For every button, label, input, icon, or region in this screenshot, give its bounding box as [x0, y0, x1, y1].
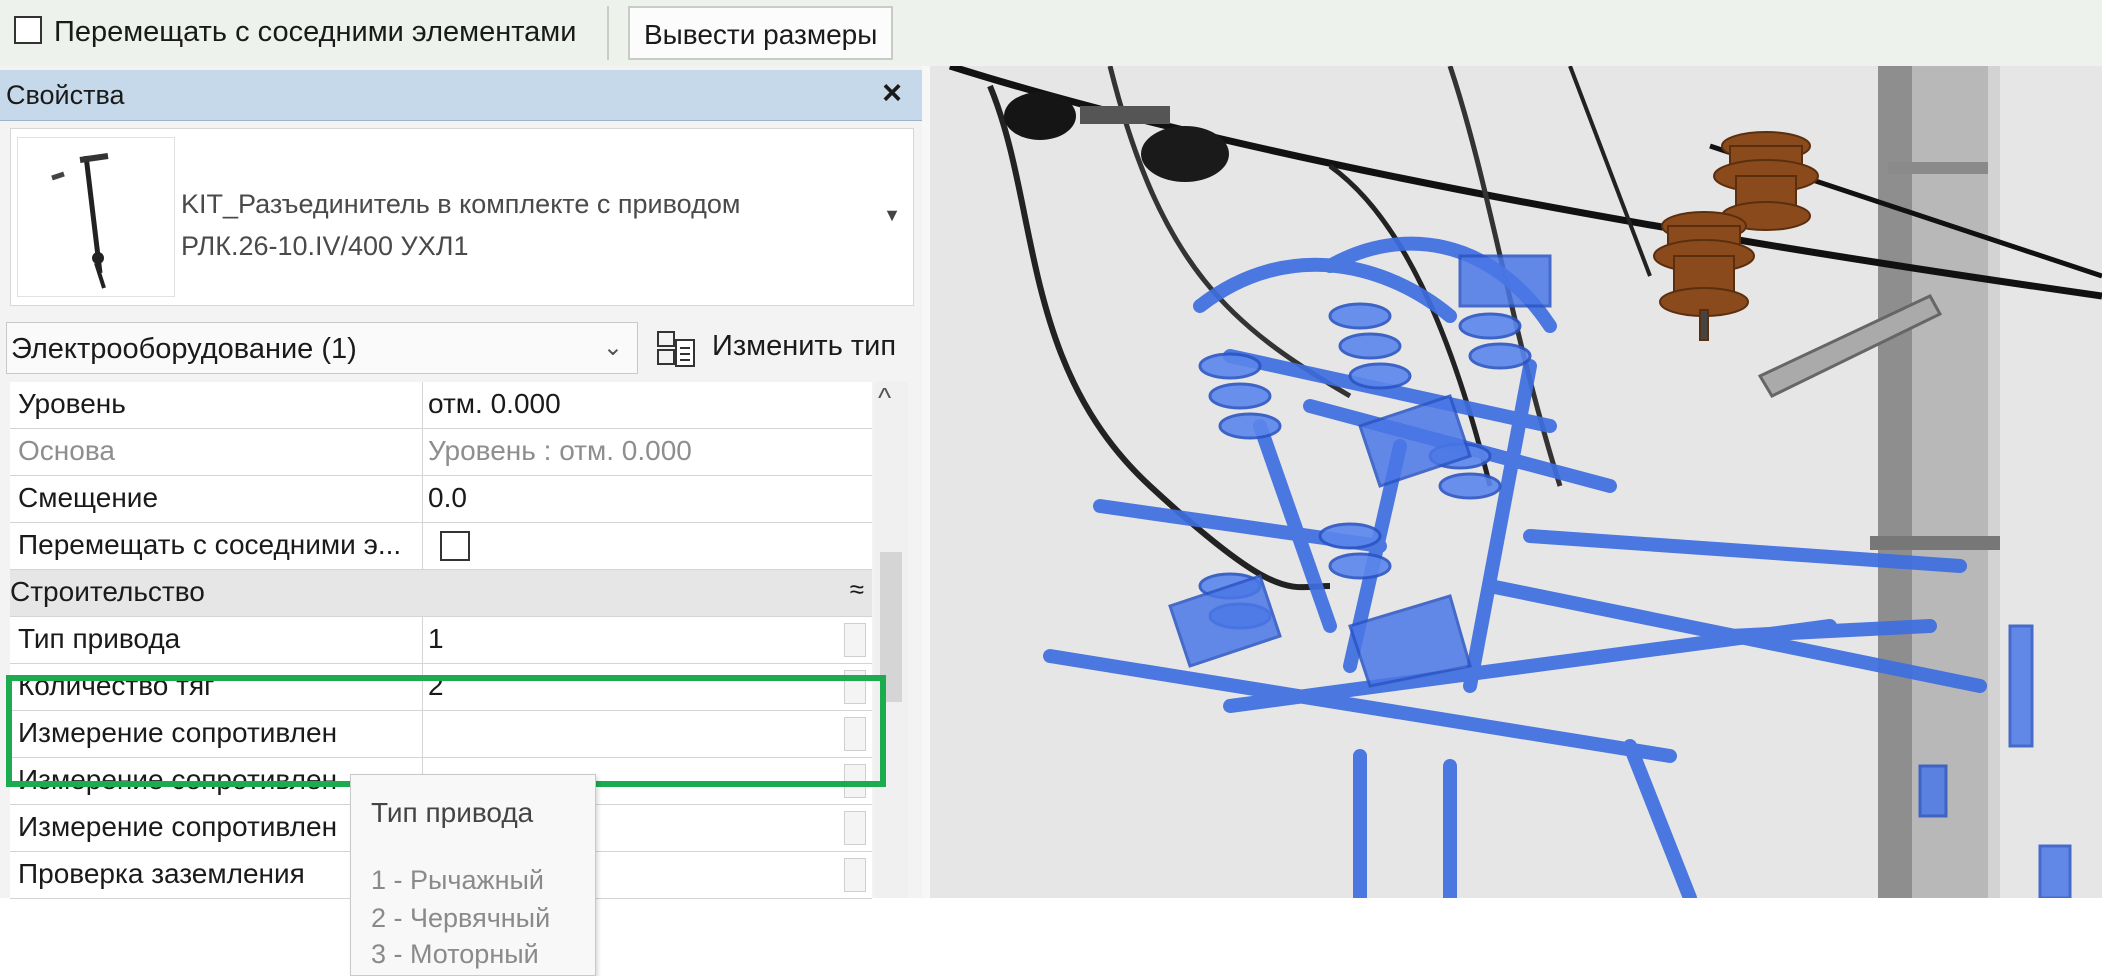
- property-value[interactable]: 2: [428, 670, 444, 702]
- property-row-move-with-neighbors[interactable]: Перемещать с соседними э...: [10, 523, 872, 570]
- property-row-level[interactable]: Уровень отм. 0.000: [10, 382, 872, 429]
- property-row-rod-count[interactable]: Количество тяг 2: [10, 664, 872, 711]
- guy-wire: [1568, 66, 1652, 277]
- scroll-up-icon[interactable]: ^: [878, 382, 891, 414]
- suspension-clamp: [1004, 92, 1076, 140]
- tooltip-option: 1 - Рычажный: [371, 865, 544, 895]
- property-name: Тип привода: [18, 623, 181, 654]
- property-name: Перемещать с соседними э...: [18, 529, 402, 560]
- group-label: Строительство: [10, 576, 205, 607]
- type-selector[interactable]: KIT_Разъединитель в комплекте с приводом…: [10, 128, 914, 306]
- tooltip-option: 2 - Червячный: [371, 903, 551, 933]
- property-value[interactable]: 0.0: [428, 482, 467, 514]
- toolbar-separator: [607, 6, 609, 60]
- category-filter-select[interactable]: Электрооборудование (1) ⌄: [6, 322, 638, 374]
- property-name: Смещение: [18, 482, 159, 513]
- options-bar: Перемещать с соседними элементами Вывест…: [0, 0, 2102, 67]
- property-row-offset[interactable]: Смещение 0.0: [10, 476, 872, 523]
- property-row-host: Основа Уровень : отм. 0.000: [10, 429, 872, 476]
- property-value[interactable]: 1: [428, 623, 444, 655]
- pole-shadow-face: [1878, 66, 1912, 898]
- column-divider: [422, 664, 423, 711]
- move-with-neighbors-label: Перемещать с соседними элементами: [54, 16, 577, 48]
- category-label: Электрооборудование (1): [11, 333, 357, 365]
- properties-header: Свойства ×: [0, 70, 922, 121]
- property-value[interactable]: отм. 0.000: [428, 388, 561, 420]
- type-name-line1: KIT_Разъединитель в комплекте с приводом: [181, 189, 741, 219]
- properties-scrollbar[interactable]: ^: [874, 382, 908, 898]
- close-icon[interactable]: ×: [882, 74, 902, 113]
- property-name: Основа: [18, 435, 115, 466]
- dropdown-arrow-icon[interactable]: ▼: [883, 205, 901, 226]
- property-name: Уровень: [18, 388, 126, 419]
- value-edit-button[interactable]: [844, 717, 866, 751]
- 3d-viewport[interactable]: [930, 66, 2102, 898]
- panel-divider: [922, 66, 930, 898]
- chevron-down-icon: ⌄: [602, 334, 623, 361]
- family-thumbnail: [17, 137, 175, 297]
- category-bar: Электрооборудование (1) ⌄ Изменить тип: [0, 316, 922, 380]
- value-edit-button[interactable]: [844, 623, 866, 657]
- column-divider: [422, 382, 423, 429]
- property-row-resistance-1[interactable]: Измерение сопротивлен: [10, 711, 872, 758]
- column-divider: [422, 523, 423, 570]
- value-edit-button[interactable]: [844, 811, 866, 845]
- pole-clamp: [1888, 162, 1988, 174]
- suspension-clamp: [1141, 126, 1229, 182]
- pole-clamp: [1870, 536, 2000, 550]
- type-name: KIT_Разъединитель в комплекте с приводом…: [181, 183, 871, 267]
- collapse-icon[interactable]: ≈: [850, 574, 864, 605]
- value-edit-button[interactable]: [844, 764, 866, 798]
- properties-title: Свойства: [6, 80, 125, 110]
- brown-insulator: [1653, 211, 1755, 341]
- column-divider: [422, 711, 423, 758]
- value-edit-button[interactable]: [844, 858, 866, 892]
- property-value: Уровень : отм. 0.000: [428, 435, 692, 466]
- move-with-neighbors-checkbox[interactable]: [14, 16, 42, 44]
- show-dimensions-button[interactable]: Вывести размеры: [628, 6, 894, 60]
- value-edit-button[interactable]: [844, 670, 866, 704]
- tooltip-title: Тип привода: [371, 797, 534, 828]
- edit-type-icon: [657, 331, 695, 367]
- property-name: Измерение сопротивлен: [18, 717, 338, 748]
- column-divider: [422, 476, 423, 523]
- pole-edge: [1988, 66, 2000, 898]
- property-row-drive-type[interactable]: Тип привода 1: [10, 617, 872, 664]
- property-name: Количество тяг: [18, 670, 215, 701]
- column-divider: [422, 617, 423, 664]
- type-name-line2: РЛК.26-10.IV/400 УХЛ1: [181, 231, 469, 261]
- group-header-construction[interactable]: Строительство ≈: [10, 570, 872, 617]
- move-with-neighbors-row-checkbox[interactable]: [440, 531, 470, 561]
- edit-type-button[interactable]: Изменить тип: [656, 322, 906, 374]
- suspension-insulator: [1080, 106, 1170, 124]
- tooltip-option: 3 - Моторный: [371, 939, 539, 969]
- drive-type-tooltip: Тип привода 1 - Рычажный 2 - Червячный 3…: [350, 774, 596, 976]
- edit-type-label: Изменить тип: [712, 330, 897, 362]
- column-divider: [422, 429, 423, 476]
- properties-panel: Свойства × KIT_Разъединитель в комплекте…: [0, 66, 922, 976]
- viewport-scene: [948, 66, 2102, 898]
- scrollbar-thumb[interactable]: [880, 552, 902, 702]
